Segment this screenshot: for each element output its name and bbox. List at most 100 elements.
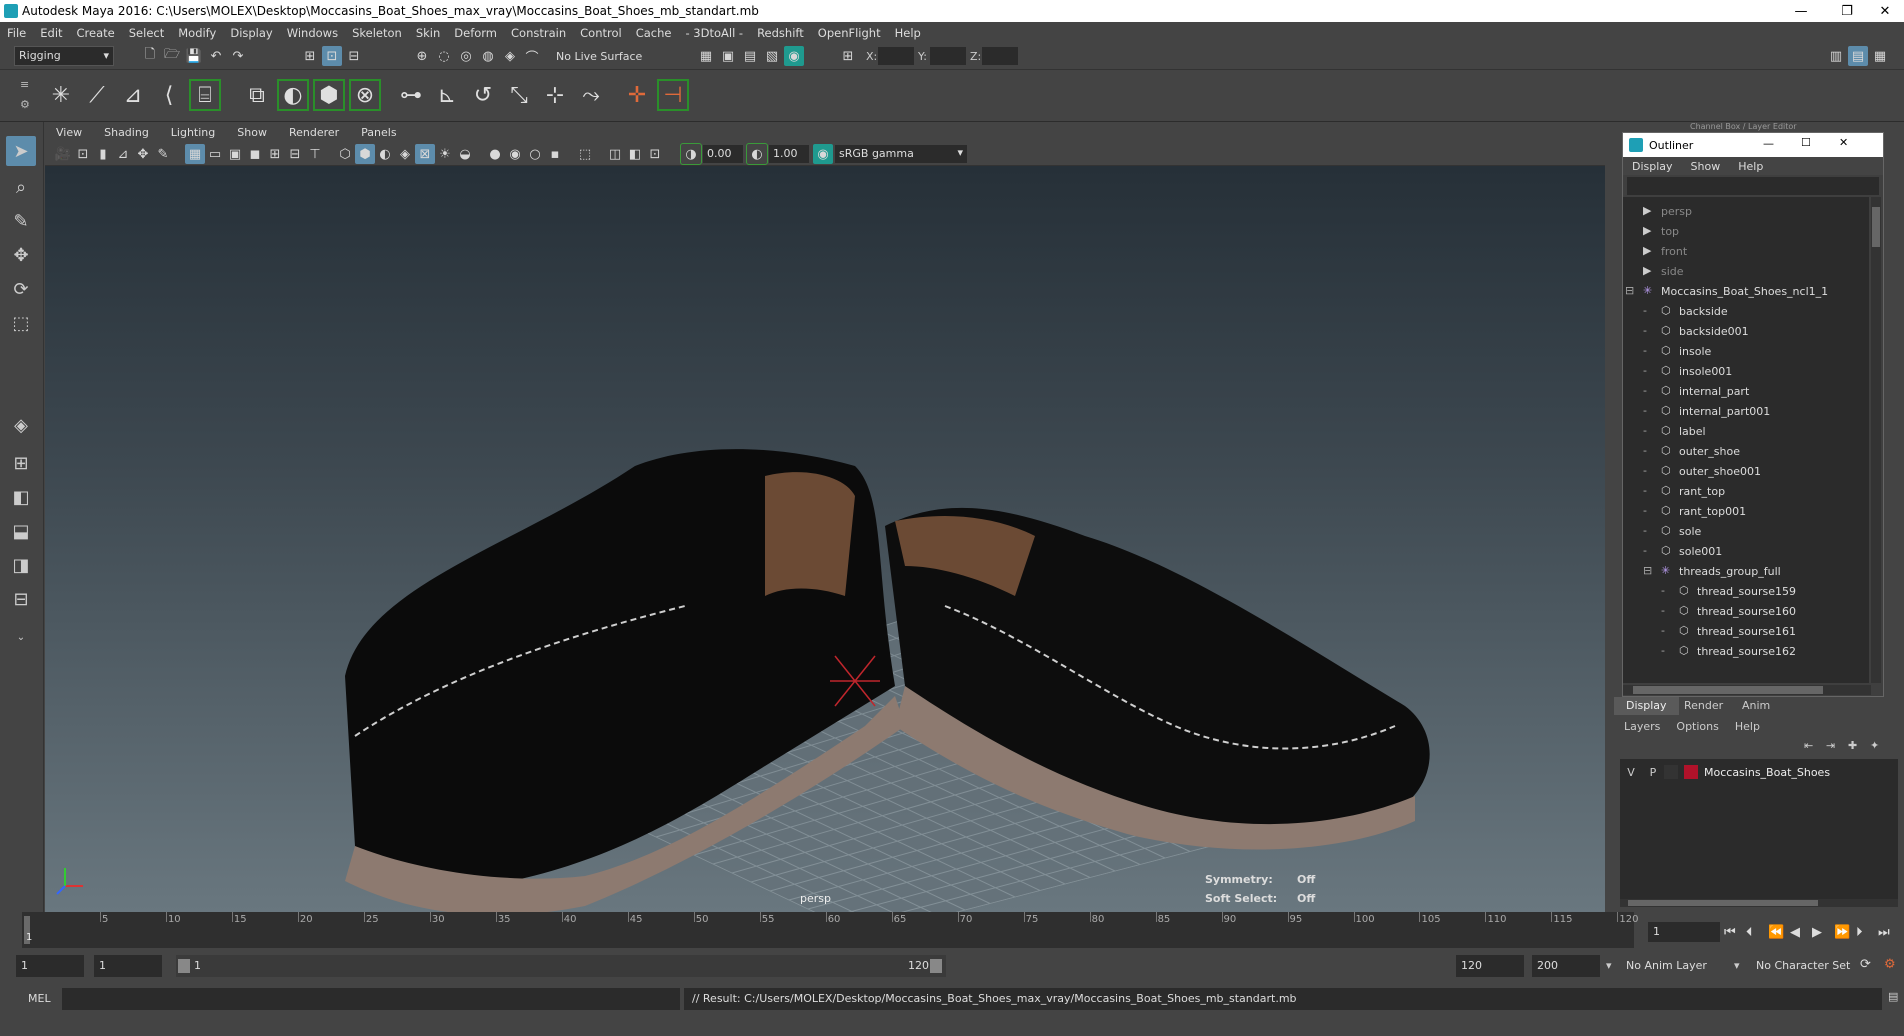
paint-weights-icon[interactable]: ◐ [276,78,310,112]
orient-joint-icon[interactable]: ⌸ [188,78,222,112]
layer-reference-toggle[interactable] [1664,765,1678,779]
current-frame-field[interactable]: 1 [1648,922,1720,942]
go-to-start-icon[interactable]: ⏮ [1724,925,1746,940]
single-view-icon[interactable]: ◈ [6,410,36,440]
menu-3dtoall[interactable]: - 3DtoAll - [678,26,750,40]
rotate-tool-icon[interactable]: ⟳ [6,274,36,304]
playback-start-field[interactable]: 1 [94,955,162,977]
safe-action-icon[interactable]: ⊟ [285,144,305,164]
modeling-toolkit-icon[interactable]: ▥ [1826,46,1846,66]
render-current-icon[interactable]: ▣ [718,46,738,66]
scale-constraint-icon[interactable]: ⤡ [502,78,536,112]
script-language-label[interactable]: MEL [28,992,51,1005]
outliner-item[interactable]: ▶ persp [1643,201,1692,221]
new-layer-icon[interactable]: ✚ [1848,739,1857,752]
snap-curve-icon[interactable]: ◌ [434,46,454,66]
render-region-icon[interactable]: ▦ [696,46,716,66]
step-forward-key-icon[interactable]: ⏩ [1834,925,1856,940]
minimize-button[interactable]: — [1778,0,1824,22]
outliner-item[interactable]: - ⬡ insole [1643,341,1711,361]
outliner-item[interactable]: - ⬡ outer_shoe001 [1643,461,1761,481]
move-layer-down-icon[interactable]: ⇥ [1826,739,1835,752]
mirror-joint-icon[interactable]: ⟨ [152,78,186,112]
gamma-field[interactable]: 1.00 [769,145,809,163]
use-lights-icon[interactable]: ☀ [435,144,455,164]
layer-menu-layers[interactable]: Layers [1614,720,1670,733]
menu-set-dropdown[interactable]: Rigging ▾ [14,46,114,66]
cluster-icon[interactable]: ⊗ [348,78,382,112]
open-scene-icon[interactable]: 🗁 [162,46,182,66]
viewport-menu-panels[interactable]: Panels [350,126,407,139]
orient-constraint-icon[interactable]: ↺ [466,78,500,112]
3d-viewport[interactable]: Symmetry: Off Soft Select: Off persp [45,166,1605,912]
shadows-icon[interactable]: ◒ [455,144,475,164]
lattice-icon[interactable]: ⬢ [312,78,346,112]
menu-create[interactable]: Create [70,26,122,40]
layer-row[interactable]: V P Moccasins_Boat_Shoes [1620,763,1898,781]
collapse-icon[interactable]: ⊟ [1625,285,1639,297]
viewport-menu-show[interactable]: Show [226,126,278,139]
select-component-icon[interactable]: ⊟ [344,46,364,66]
attribute-editor-icon[interactable]: ▤ [1848,46,1868,66]
film-gate-icon[interactable]: ▭ [205,144,225,164]
outliner-item[interactable]: - ⬡ internal_part [1643,381,1749,401]
snap-grid-icon[interactable]: ⊕ [412,46,432,66]
outliner-item[interactable]: - ⬡ rant_top001 [1643,501,1746,521]
y-field[interactable] [930,47,966,65]
z-field[interactable] [982,47,1018,65]
shelf-settings-icon[interactable]: ⚙ [20,98,30,111]
pole-vector-icon[interactable]: ⤳ [574,78,608,112]
hypershade-icon[interactable]: ◉ [784,46,804,66]
outliner-item[interactable]: - ⬡ backside001 [1643,321,1749,341]
step-back-icon[interactable]: ⏴ [1746,925,1768,940]
outliner-item[interactable]: - ⬡ sole [1643,521,1701,541]
layer-color-swatch[interactable] [1684,765,1698,779]
script-editor-icon[interactable]: ▤ [1888,990,1898,1003]
resolution-gate-icon[interactable]: ▣ [225,144,245,164]
persp-graph-icon[interactable]: ⬓ [6,516,36,546]
outliner-item[interactable]: ⊟ ✳ Moccasins_Boat_Shoes_ncl1_1 [1625,281,1828,301]
viewport-menu-lighting[interactable]: Lighting [160,126,226,139]
layer-menu-help[interactable]: Help [1725,720,1770,733]
motion-blur-icon[interactable]: ◉ [505,144,525,164]
paint-select-icon[interactable]: ✎ [6,206,36,236]
parent-constraint-icon[interactable]: ⊶ [394,78,428,112]
animation-start-field[interactable]: 1 [16,955,84,977]
outliner-menu-help[interactable]: Help [1729,160,1772,173]
anim-layer-dropdown[interactable]: No Anim Layer [1626,959,1707,972]
color-management-icon[interactable]: ◉ [813,144,833,164]
maximize-icon[interactable]: ☐ [1801,136,1811,149]
ik-handle-icon[interactable]: ⟋ [80,78,114,112]
grease-pencil-icon[interactable]: ✎ [153,144,173,164]
menu-deform[interactable]: Deform [447,26,504,40]
menu-redshift[interactable]: Redshift [750,26,811,40]
auto-key-icon[interactable]: ⟳ [1860,957,1871,972]
layer-visibility-toggle[interactable]: V [1620,766,1642,779]
x-field[interactable] [878,47,914,65]
new-scene-icon[interactable]: 🗋 [140,46,160,66]
range-slider[interactable]: 1 120 [176,955,946,977]
select-tool-icon[interactable]: ➤ [6,136,36,166]
outliner-horizontal-scrollbar[interactable] [1623,685,1871,695]
layer-horizontal-scrollbar[interactable] [1620,899,1898,907]
menu-modify[interactable]: Modify [171,26,223,40]
outliner-item[interactable]: - ⬡ internal_part001 [1643,401,1770,421]
menu-help[interactable]: Help [888,26,928,40]
smooth-shade-icon[interactable]: ⬢ [355,144,375,164]
xray-icon[interactable]: ◫ [605,144,625,164]
select-object-icon[interactable]: ⊡ [322,46,342,66]
snap-point-icon[interactable]: ◎ [456,46,476,66]
layer-playback-toggle[interactable]: P [1642,766,1664,779]
collapse-icon[interactable]: ⊟ [1643,565,1657,577]
layer-menu-options[interactable]: Options [1670,720,1724,733]
menu-skeleton[interactable]: Skeleton [345,26,409,40]
preferences-icon[interactable]: ⚙ [1884,957,1896,972]
snap-view-icon[interactable]: ◍ [478,46,498,66]
minimize-icon[interactable]: — [1763,137,1774,150]
field-chart-icon[interactable]: ⊞ [265,144,285,164]
outliner-search-input[interactable] [1627,177,1879,195]
menu-cache[interactable]: Cache [629,26,679,40]
outliner-item[interactable]: ⊟ ✳ threads_group_full [1643,561,1781,581]
tab-anim[interactable]: Anim [1730,697,1782,715]
textured-icon[interactable]: ⊠ [415,144,435,164]
